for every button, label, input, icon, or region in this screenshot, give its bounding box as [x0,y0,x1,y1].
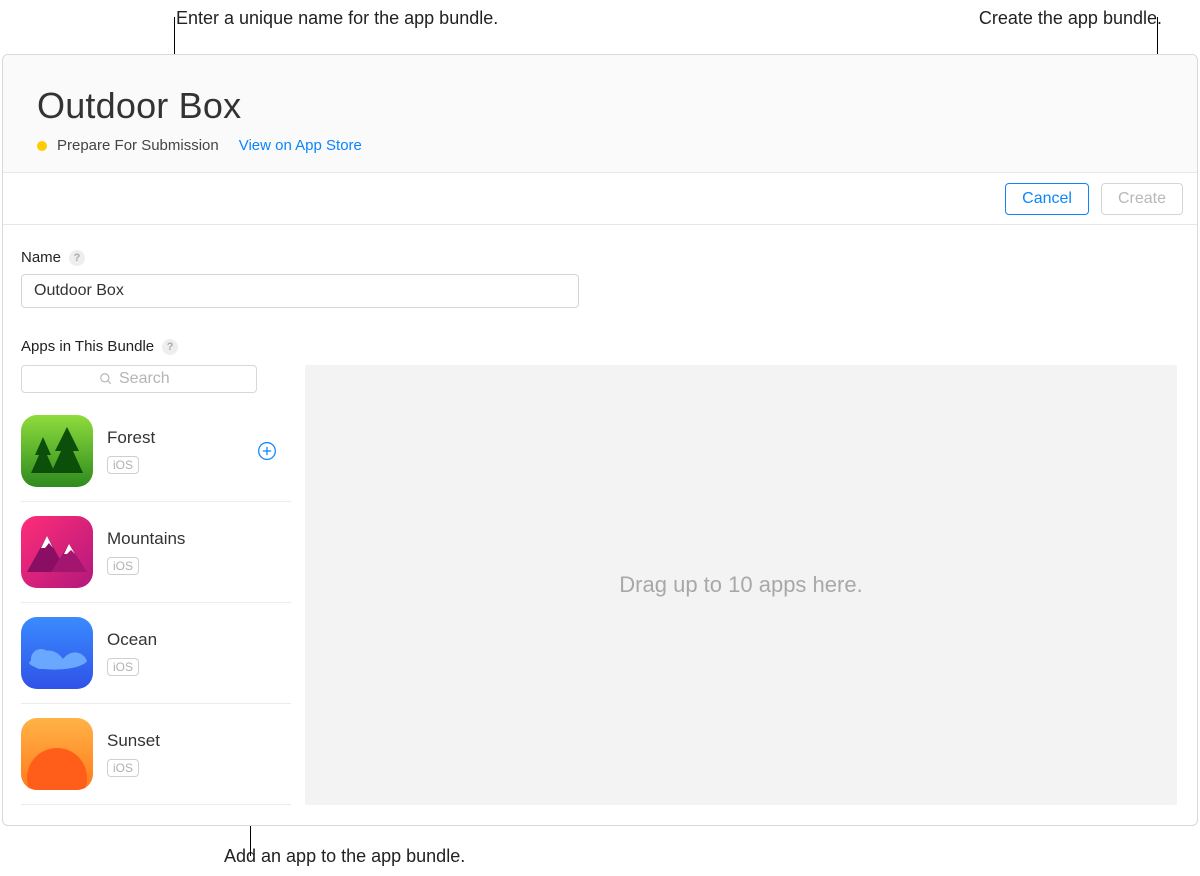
bundle-name-input[interactable] [21,274,579,308]
apps-picker-column: Forest iOS [21,365,291,805]
search-input-wrap[interactable] [21,365,257,393]
search-icon [99,372,113,386]
name-field-label: Name ? [21,249,1179,266]
app-name-label: Mountains [107,529,185,549]
status-row: Prepare For Submission View on App Store [37,137,1163,154]
window-header: Outdoor Box Prepare For Submission View … [3,55,1197,173]
plus-circle-icon [257,441,277,461]
callout-add: Add an app to the app bundle. [224,846,465,867]
app-name-label: Ocean [107,630,157,650]
help-icon[interactable]: ? [162,339,178,355]
apps-label-text: Apps in This Bundle [21,338,154,355]
app-icon [21,718,93,790]
callout-name: Enter a unique name for the app bundle. [176,8,498,29]
app-name-label: Sunset [107,731,160,751]
create-button[interactable]: Create [1101,183,1183,215]
cancel-button[interactable]: Cancel [1005,183,1089,215]
drop-hint-text: Drag up to 10 apps here. [619,572,862,598]
app-item-mountains[interactable]: Mountains iOS [21,502,291,603]
app-item-ocean[interactable]: Ocean iOS [21,603,291,704]
page-title: Outdoor Box [37,85,1163,127]
app-item-forest[interactable]: Forest iOS [21,401,291,502]
help-icon[interactable]: ? [69,250,85,266]
bundle-drop-zone[interactable]: Drag up to 10 apps here. [305,365,1177,805]
app-icon [21,415,93,487]
app-icon [21,516,93,588]
app-item-sunset[interactable]: Sunset iOS [21,704,291,805]
view-on-app-store-link[interactable]: View on App Store [239,137,362,154]
platform-badge: iOS [107,456,139,474]
platform-badge: iOS [107,658,139,676]
action-bar: Cancel Create [3,173,1197,225]
status-dot-icon [37,141,47,151]
callout-create: Create the app bundle. [979,8,1162,29]
app-name-label: Forest [107,428,155,448]
status-text: Prepare For Submission [57,137,219,154]
platform-badge: iOS [107,557,139,575]
app-icon [21,617,93,689]
name-label-text: Name [21,249,61,266]
apps-section-label: Apps in This Bundle ? [21,338,1179,355]
platform-badge: iOS [107,759,139,777]
add-app-button[interactable] [257,441,277,461]
form-area: Name ? Apps in This Bundle ? [3,225,1197,805]
bundle-window: Outdoor Box Prepare For Submission View … [2,54,1198,826]
app-list: Forest iOS [21,401,291,805]
search-input[interactable] [119,370,179,388]
